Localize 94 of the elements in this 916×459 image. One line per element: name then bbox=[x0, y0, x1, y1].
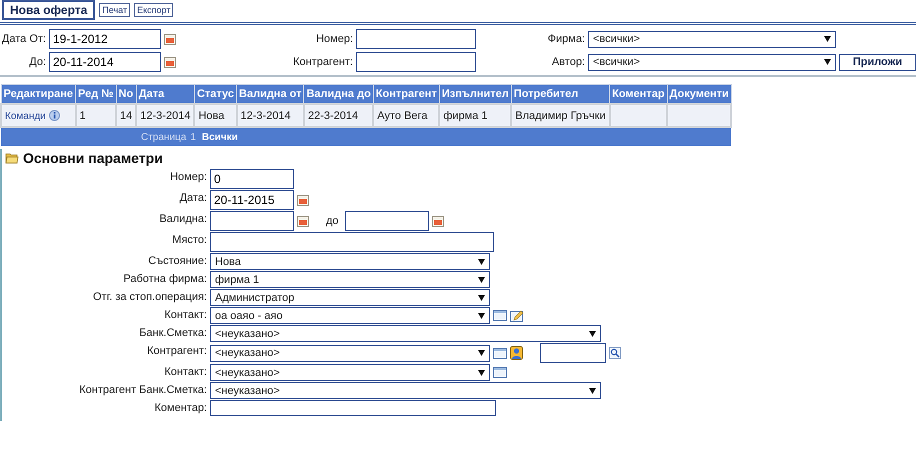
table-cell bbox=[610, 104, 668, 127]
table-cell: 1 bbox=[76, 104, 116, 127]
folder-icon bbox=[5, 152, 19, 164]
field-label: Контрагент: bbox=[146, 344, 207, 359]
calendar-icon[interactable] bbox=[432, 215, 444, 227]
info-icon[interactable] bbox=[48, 110, 60, 120]
column-header: Изпълнител bbox=[439, 84, 512, 104]
contractor-field[interactable] bbox=[356, 52, 476, 72]
table-cell: 14 bbox=[116, 104, 136, 127]
number-field[interactable] bbox=[356, 29, 476, 49]
field-label: Автор: bbox=[550, 56, 585, 68]
field-label: Дата: bbox=[178, 191, 207, 206]
section-title: Основни параметри bbox=[23, 150, 163, 166]
caret-icon bbox=[478, 370, 485, 376]
caret-icon bbox=[478, 350, 485, 356]
field-label: Контрагент: bbox=[292, 56, 353, 68]
dropdown[interactable]: Нова bbox=[210, 253, 490, 270]
field-label: Валидна: bbox=[158, 212, 207, 227]
field-label: Номер: bbox=[315, 33, 353, 45]
column-header: Валидна до bbox=[304, 84, 374, 104]
caret-icon bbox=[824, 36, 831, 42]
column-header: Коментар bbox=[610, 84, 668, 104]
caret-icon bbox=[478, 258, 485, 264]
column-header: Документи bbox=[667, 84, 732, 104]
calendar-icon[interactable] bbox=[164, 33, 176, 45]
field-label: Контакт: bbox=[163, 308, 207, 323]
table-cell: 22-3-2014 bbox=[304, 104, 374, 127]
field-label: Дата От: bbox=[0, 33, 46, 45]
text-field[interactable] bbox=[210, 232, 494, 252]
date-field[interactable] bbox=[210, 211, 294, 231]
toolbar-button[interactable]: Експорт bbox=[134, 3, 174, 17]
text-field[interactable]: 0 bbox=[210, 169, 294, 189]
field-label: Коментар: bbox=[154, 401, 207, 416]
table-cell: Ауто Вега bbox=[373, 104, 440, 127]
pencil-icon[interactable] bbox=[510, 308, 524, 322]
field-label: Работна фирма: bbox=[122, 272, 207, 287]
calendar-icon[interactable] bbox=[297, 215, 309, 227]
table-cell: 12-3-2014 bbox=[236, 104, 304, 127]
field-label: Фирма: bbox=[546, 33, 585, 45]
caret-icon bbox=[589, 388, 596, 394]
window-icon[interactable] bbox=[493, 310, 507, 321]
caret-icon bbox=[478, 294, 485, 300]
dropdown[interactable]: <неуказано> bbox=[210, 382, 601, 399]
dropdown[interactable]: оа оаяо - аяо bbox=[210, 307, 490, 324]
calendar-icon[interactable] bbox=[164, 56, 176, 68]
page-label: Страница bbox=[141, 132, 186, 143]
caret-icon bbox=[824, 59, 831, 65]
search-icon[interactable] bbox=[609, 347, 621, 359]
column-header: Дата bbox=[136, 84, 194, 104]
column-header: Редактиране bbox=[1, 84, 76, 104]
column-header: Ред № bbox=[76, 84, 116, 104]
field-label: Място: bbox=[171, 233, 207, 248]
caret-icon bbox=[478, 312, 485, 318]
window-icon[interactable] bbox=[493, 348, 507, 358]
field-label: Отг. за стоп.операция: bbox=[92, 290, 207, 305]
apply-button[interactable]: Приложи bbox=[839, 54, 916, 70]
field-label: Състояние: bbox=[147, 254, 207, 269]
new-offer-button[interactable]: Нова оферта bbox=[2, 0, 96, 20]
field-label: Номер: bbox=[169, 170, 207, 185]
column-header: Потребител bbox=[511, 84, 610, 104]
dropdown[interactable]: <неуказано> bbox=[210, 344, 490, 362]
date-field[interactable]: 19-1-2012 bbox=[49, 29, 161, 49]
company-select[interactable]: <всички> bbox=[588, 30, 836, 48]
table-cell: фирма 1 bbox=[439, 104, 512, 127]
comment-field[interactable] bbox=[210, 400, 496, 416]
field-label: До: bbox=[28, 56, 46, 68]
table-cell bbox=[667, 104, 732, 127]
column-header: Статус bbox=[194, 84, 237, 104]
table-cell: 12-3-2014 bbox=[136, 104, 194, 127]
toolbar-button[interactable]: Печат bbox=[99, 3, 130, 17]
calendar-icon[interactable] bbox=[297, 194, 309, 206]
date-field[interactable]: 20-11-2015 bbox=[210, 190, 294, 210]
field-label: до bbox=[326, 215, 339, 227]
column-header: No bbox=[116, 84, 136, 104]
window-icon[interactable] bbox=[493, 367, 507, 378]
column-header: Контрагент bbox=[373, 84, 440, 104]
caret-icon bbox=[589, 330, 596, 336]
table-cell: Владимир Гръчки bbox=[511, 104, 610, 127]
dropdown[interactable]: фирма 1 bbox=[210, 271, 490, 288]
dropdown[interactable]: <неуказано> bbox=[210, 325, 601, 342]
author-select[interactable]: <всички> bbox=[588, 54, 836, 70]
field-label: Контакт: bbox=[163, 365, 207, 380]
column-header: Валидна от bbox=[236, 84, 304, 104]
date-field[interactable] bbox=[344, 211, 429, 231]
date-field[interactable]: 20-11-2014 bbox=[49, 52, 161, 72]
field-label: Банк.Сметка: bbox=[138, 326, 207, 341]
page-link[interactable]: Всички bbox=[202, 132, 238, 143]
person-icon[interactable] bbox=[510, 346, 523, 360]
search-field[interactable] bbox=[540, 343, 606, 363]
dropdown[interactable]: Администратор bbox=[210, 289, 490, 306]
field-label: Контрагент Банк.Сметка: bbox=[78, 383, 207, 398]
caret-icon bbox=[478, 276, 485, 282]
table-cell: Нова bbox=[194, 104, 237, 127]
dropdown[interactable]: <неуказано> bbox=[210, 364, 490, 381]
